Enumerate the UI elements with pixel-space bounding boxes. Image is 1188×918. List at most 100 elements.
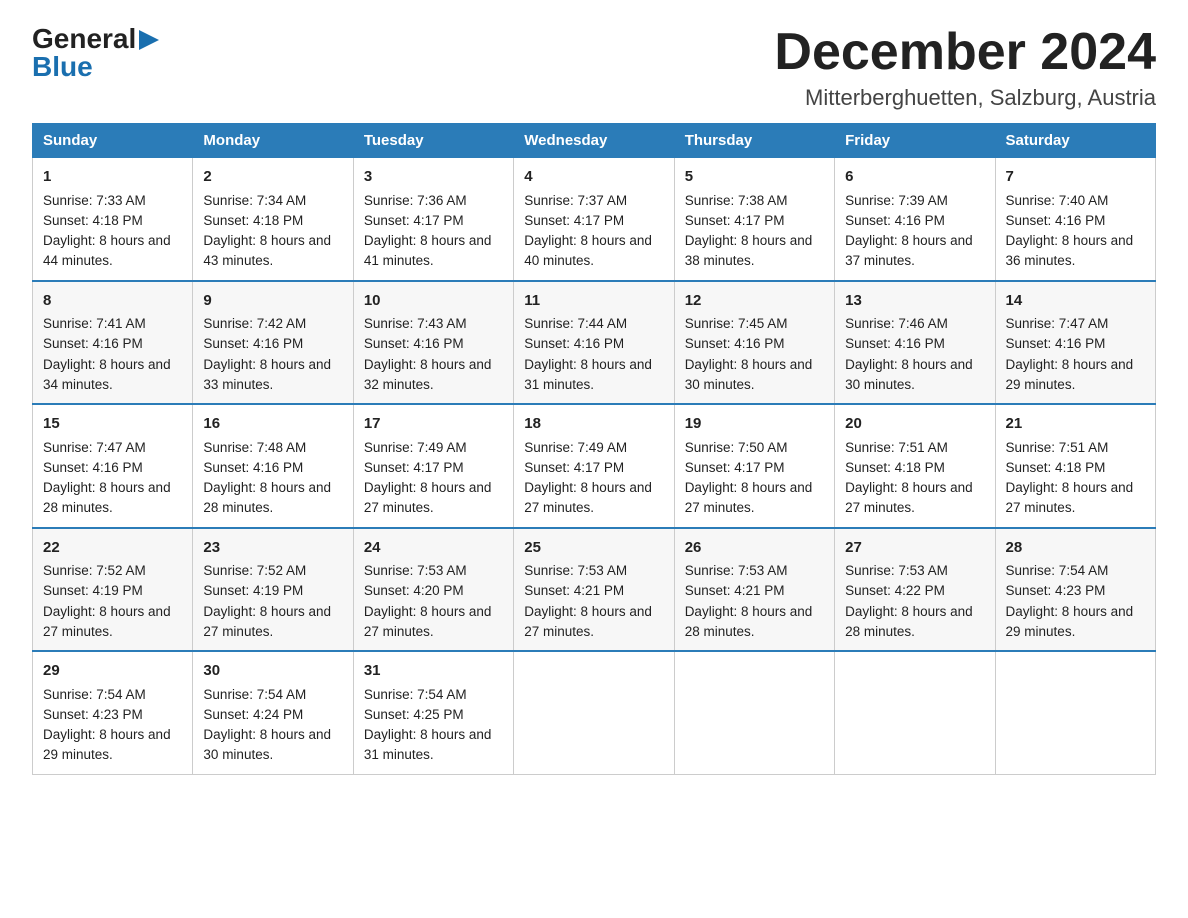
table-row bbox=[514, 651, 674, 774]
day-number: 22 bbox=[43, 537, 182, 560]
daylight-text: Daylight: 8 hours and 30 minutes. bbox=[685, 357, 813, 392]
daylight-text: Daylight: 8 hours and 30 minutes. bbox=[203, 727, 331, 762]
table-row: 23 Sunrise: 7:52 AM Sunset: 4:19 PM Dayl… bbox=[193, 528, 353, 652]
sunrise-text: Sunrise: 7:37 AM bbox=[524, 193, 627, 208]
daylight-text: Daylight: 8 hours and 27 minutes. bbox=[43, 604, 171, 639]
table-row: 11 Sunrise: 7:44 AM Sunset: 4:16 PM Dayl… bbox=[514, 281, 674, 405]
day-number: 21 bbox=[1006, 413, 1145, 436]
sunset-text: Sunset: 4:16 PM bbox=[685, 336, 785, 351]
sunset-text: Sunset: 4:17 PM bbox=[685, 213, 785, 228]
table-row: 7 Sunrise: 7:40 AM Sunset: 4:16 PM Dayli… bbox=[995, 158, 1155, 281]
col-tuesday: Tuesday bbox=[353, 124, 513, 158]
daylight-text: Daylight: 8 hours and 29 minutes. bbox=[43, 727, 171, 762]
sunset-text: Sunset: 4:16 PM bbox=[43, 336, 143, 351]
day-number: 30 bbox=[203, 660, 342, 683]
sunrise-text: Sunrise: 7:39 AM bbox=[845, 193, 948, 208]
day-number: 31 bbox=[364, 660, 503, 683]
logo: General Blue bbox=[32, 24, 161, 83]
table-row: 31 Sunrise: 7:54 AM Sunset: 4:25 PM Dayl… bbox=[353, 651, 513, 774]
calendar-week-row: 29 Sunrise: 7:54 AM Sunset: 4:23 PM Dayl… bbox=[33, 651, 1156, 774]
table-row: 12 Sunrise: 7:45 AM Sunset: 4:16 PM Dayl… bbox=[674, 281, 834, 405]
sunrise-text: Sunrise: 7:53 AM bbox=[364, 563, 467, 578]
sunset-text: Sunset: 4:19 PM bbox=[43, 583, 143, 598]
sunrise-text: Sunrise: 7:33 AM bbox=[43, 193, 146, 208]
table-row: 17 Sunrise: 7:49 AM Sunset: 4:17 PM Dayl… bbox=[353, 404, 513, 528]
sunrise-text: Sunrise: 7:54 AM bbox=[1006, 563, 1109, 578]
table-row: 10 Sunrise: 7:43 AM Sunset: 4:16 PM Dayl… bbox=[353, 281, 513, 405]
sunset-text: Sunset: 4:18 PM bbox=[1006, 460, 1106, 475]
calendar-week-row: 1 Sunrise: 7:33 AM Sunset: 4:18 PM Dayli… bbox=[33, 158, 1156, 281]
sunrise-text: Sunrise: 7:51 AM bbox=[1006, 440, 1109, 455]
daylight-text: Daylight: 8 hours and 36 minutes. bbox=[1006, 233, 1134, 268]
col-wednesday: Wednesday bbox=[514, 124, 674, 158]
daylight-text: Daylight: 8 hours and 40 minutes. bbox=[524, 233, 652, 268]
sunset-text: Sunset: 4:16 PM bbox=[1006, 213, 1106, 228]
day-number: 11 bbox=[524, 290, 663, 313]
table-row: 3 Sunrise: 7:36 AM Sunset: 4:17 PM Dayli… bbox=[353, 158, 513, 281]
day-number: 5 bbox=[685, 166, 824, 189]
col-saturday: Saturday bbox=[995, 124, 1155, 158]
sunset-text: Sunset: 4:16 PM bbox=[524, 336, 624, 351]
table-row: 1 Sunrise: 7:33 AM Sunset: 4:18 PM Dayli… bbox=[33, 158, 193, 281]
day-number: 23 bbox=[203, 537, 342, 560]
daylight-text: Daylight: 8 hours and 27 minutes. bbox=[364, 604, 492, 639]
table-row: 19 Sunrise: 7:50 AM Sunset: 4:17 PM Dayl… bbox=[674, 404, 834, 528]
sunrise-text: Sunrise: 7:45 AM bbox=[685, 316, 788, 331]
title-block: December 2024 Mitterberghuetten, Salzbur… bbox=[774, 24, 1156, 111]
logo-text-blue: Blue bbox=[32, 51, 93, 83]
day-number: 25 bbox=[524, 537, 663, 560]
sunrise-text: Sunrise: 7:51 AM bbox=[845, 440, 948, 455]
daylight-text: Daylight: 8 hours and 34 minutes. bbox=[43, 357, 171, 392]
day-number: 1 bbox=[43, 166, 182, 189]
sunset-text: Sunset: 4:23 PM bbox=[1006, 583, 1106, 598]
day-number: 10 bbox=[364, 290, 503, 313]
table-row: 5 Sunrise: 7:38 AM Sunset: 4:17 PM Dayli… bbox=[674, 158, 834, 281]
table-row: 22 Sunrise: 7:52 AM Sunset: 4:19 PM Dayl… bbox=[33, 528, 193, 652]
table-row: 20 Sunrise: 7:51 AM Sunset: 4:18 PM Dayl… bbox=[835, 404, 995, 528]
page-title: December 2024 bbox=[774, 24, 1156, 81]
day-number: 26 bbox=[685, 537, 824, 560]
sunrise-text: Sunrise: 7:41 AM bbox=[43, 316, 146, 331]
page-header: General Blue December 2024 Mitterberghue… bbox=[32, 24, 1156, 111]
sunrise-text: Sunrise: 7:49 AM bbox=[364, 440, 467, 455]
sunset-text: Sunset: 4:16 PM bbox=[43, 460, 143, 475]
daylight-text: Daylight: 8 hours and 44 minutes. bbox=[43, 233, 171, 268]
sunrise-text: Sunrise: 7:42 AM bbox=[203, 316, 306, 331]
sunrise-text: Sunrise: 7:52 AM bbox=[43, 563, 146, 578]
daylight-text: Daylight: 8 hours and 27 minutes. bbox=[685, 480, 813, 515]
table-row: 15 Sunrise: 7:47 AM Sunset: 4:16 PM Dayl… bbox=[33, 404, 193, 528]
daylight-text: Daylight: 8 hours and 37 minutes. bbox=[845, 233, 973, 268]
day-number: 18 bbox=[524, 413, 663, 436]
sunset-text: Sunset: 4:25 PM bbox=[364, 707, 464, 722]
daylight-text: Daylight: 8 hours and 31 minutes. bbox=[524, 357, 652, 392]
day-number: 3 bbox=[364, 166, 503, 189]
sunrise-text: Sunrise: 7:43 AM bbox=[364, 316, 467, 331]
sunset-text: Sunset: 4:16 PM bbox=[364, 336, 464, 351]
calendar-week-row: 15 Sunrise: 7:47 AM Sunset: 4:16 PM Dayl… bbox=[33, 404, 1156, 528]
day-number: 15 bbox=[43, 413, 182, 436]
day-number: 16 bbox=[203, 413, 342, 436]
sunrise-text: Sunrise: 7:47 AM bbox=[1006, 316, 1109, 331]
sunrise-text: Sunrise: 7:47 AM bbox=[43, 440, 146, 455]
table-row: 30 Sunrise: 7:54 AM Sunset: 4:24 PM Dayl… bbox=[193, 651, 353, 774]
day-number: 9 bbox=[203, 290, 342, 313]
table-row: 26 Sunrise: 7:53 AM Sunset: 4:21 PM Dayl… bbox=[674, 528, 834, 652]
table-row: 29 Sunrise: 7:54 AM Sunset: 4:23 PM Dayl… bbox=[33, 651, 193, 774]
daylight-text: Daylight: 8 hours and 41 minutes. bbox=[364, 233, 492, 268]
table-row: 25 Sunrise: 7:53 AM Sunset: 4:21 PM Dayl… bbox=[514, 528, 674, 652]
sunrise-text: Sunrise: 7:36 AM bbox=[364, 193, 467, 208]
sunset-text: Sunset: 4:22 PM bbox=[845, 583, 945, 598]
daylight-text: Daylight: 8 hours and 27 minutes. bbox=[1006, 480, 1134, 515]
day-number: 8 bbox=[43, 290, 182, 313]
sunrise-text: Sunrise: 7:49 AM bbox=[524, 440, 627, 455]
table-row: 28 Sunrise: 7:54 AM Sunset: 4:23 PM Dayl… bbox=[995, 528, 1155, 652]
table-row: 4 Sunrise: 7:37 AM Sunset: 4:17 PM Dayli… bbox=[514, 158, 674, 281]
sunset-text: Sunset: 4:16 PM bbox=[845, 213, 945, 228]
day-number: 19 bbox=[685, 413, 824, 436]
sunset-text: Sunset: 4:17 PM bbox=[364, 460, 464, 475]
table-row: 2 Sunrise: 7:34 AM Sunset: 4:18 PM Dayli… bbox=[193, 158, 353, 281]
daylight-text: Daylight: 8 hours and 29 minutes. bbox=[1006, 357, 1134, 392]
sunrise-text: Sunrise: 7:54 AM bbox=[364, 687, 467, 702]
table-row: 9 Sunrise: 7:42 AM Sunset: 4:16 PM Dayli… bbox=[193, 281, 353, 405]
sunset-text: Sunset: 4:24 PM bbox=[203, 707, 303, 722]
